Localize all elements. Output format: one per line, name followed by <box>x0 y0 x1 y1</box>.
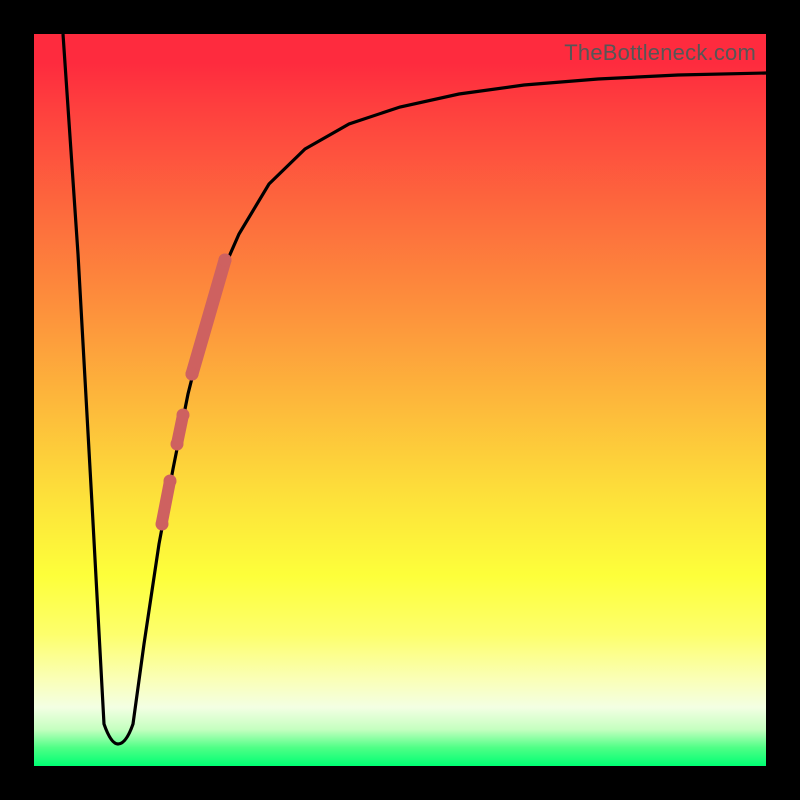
plot-area: TheBottleneck.com <box>34 34 766 766</box>
chart-svg <box>34 34 766 766</box>
bottleneck-curve-path <box>63 34 766 744</box>
highlight-segment-upper <box>192 260 225 374</box>
marker-dot <box>164 475 177 488</box>
marker-dot <box>156 518 169 531</box>
chart-frame: TheBottleneck.com <box>0 0 800 800</box>
marker-dot <box>186 368 199 381</box>
marker-dot <box>177 409 190 422</box>
marker-dot <box>171 438 184 451</box>
marker-dot <box>219 254 232 267</box>
